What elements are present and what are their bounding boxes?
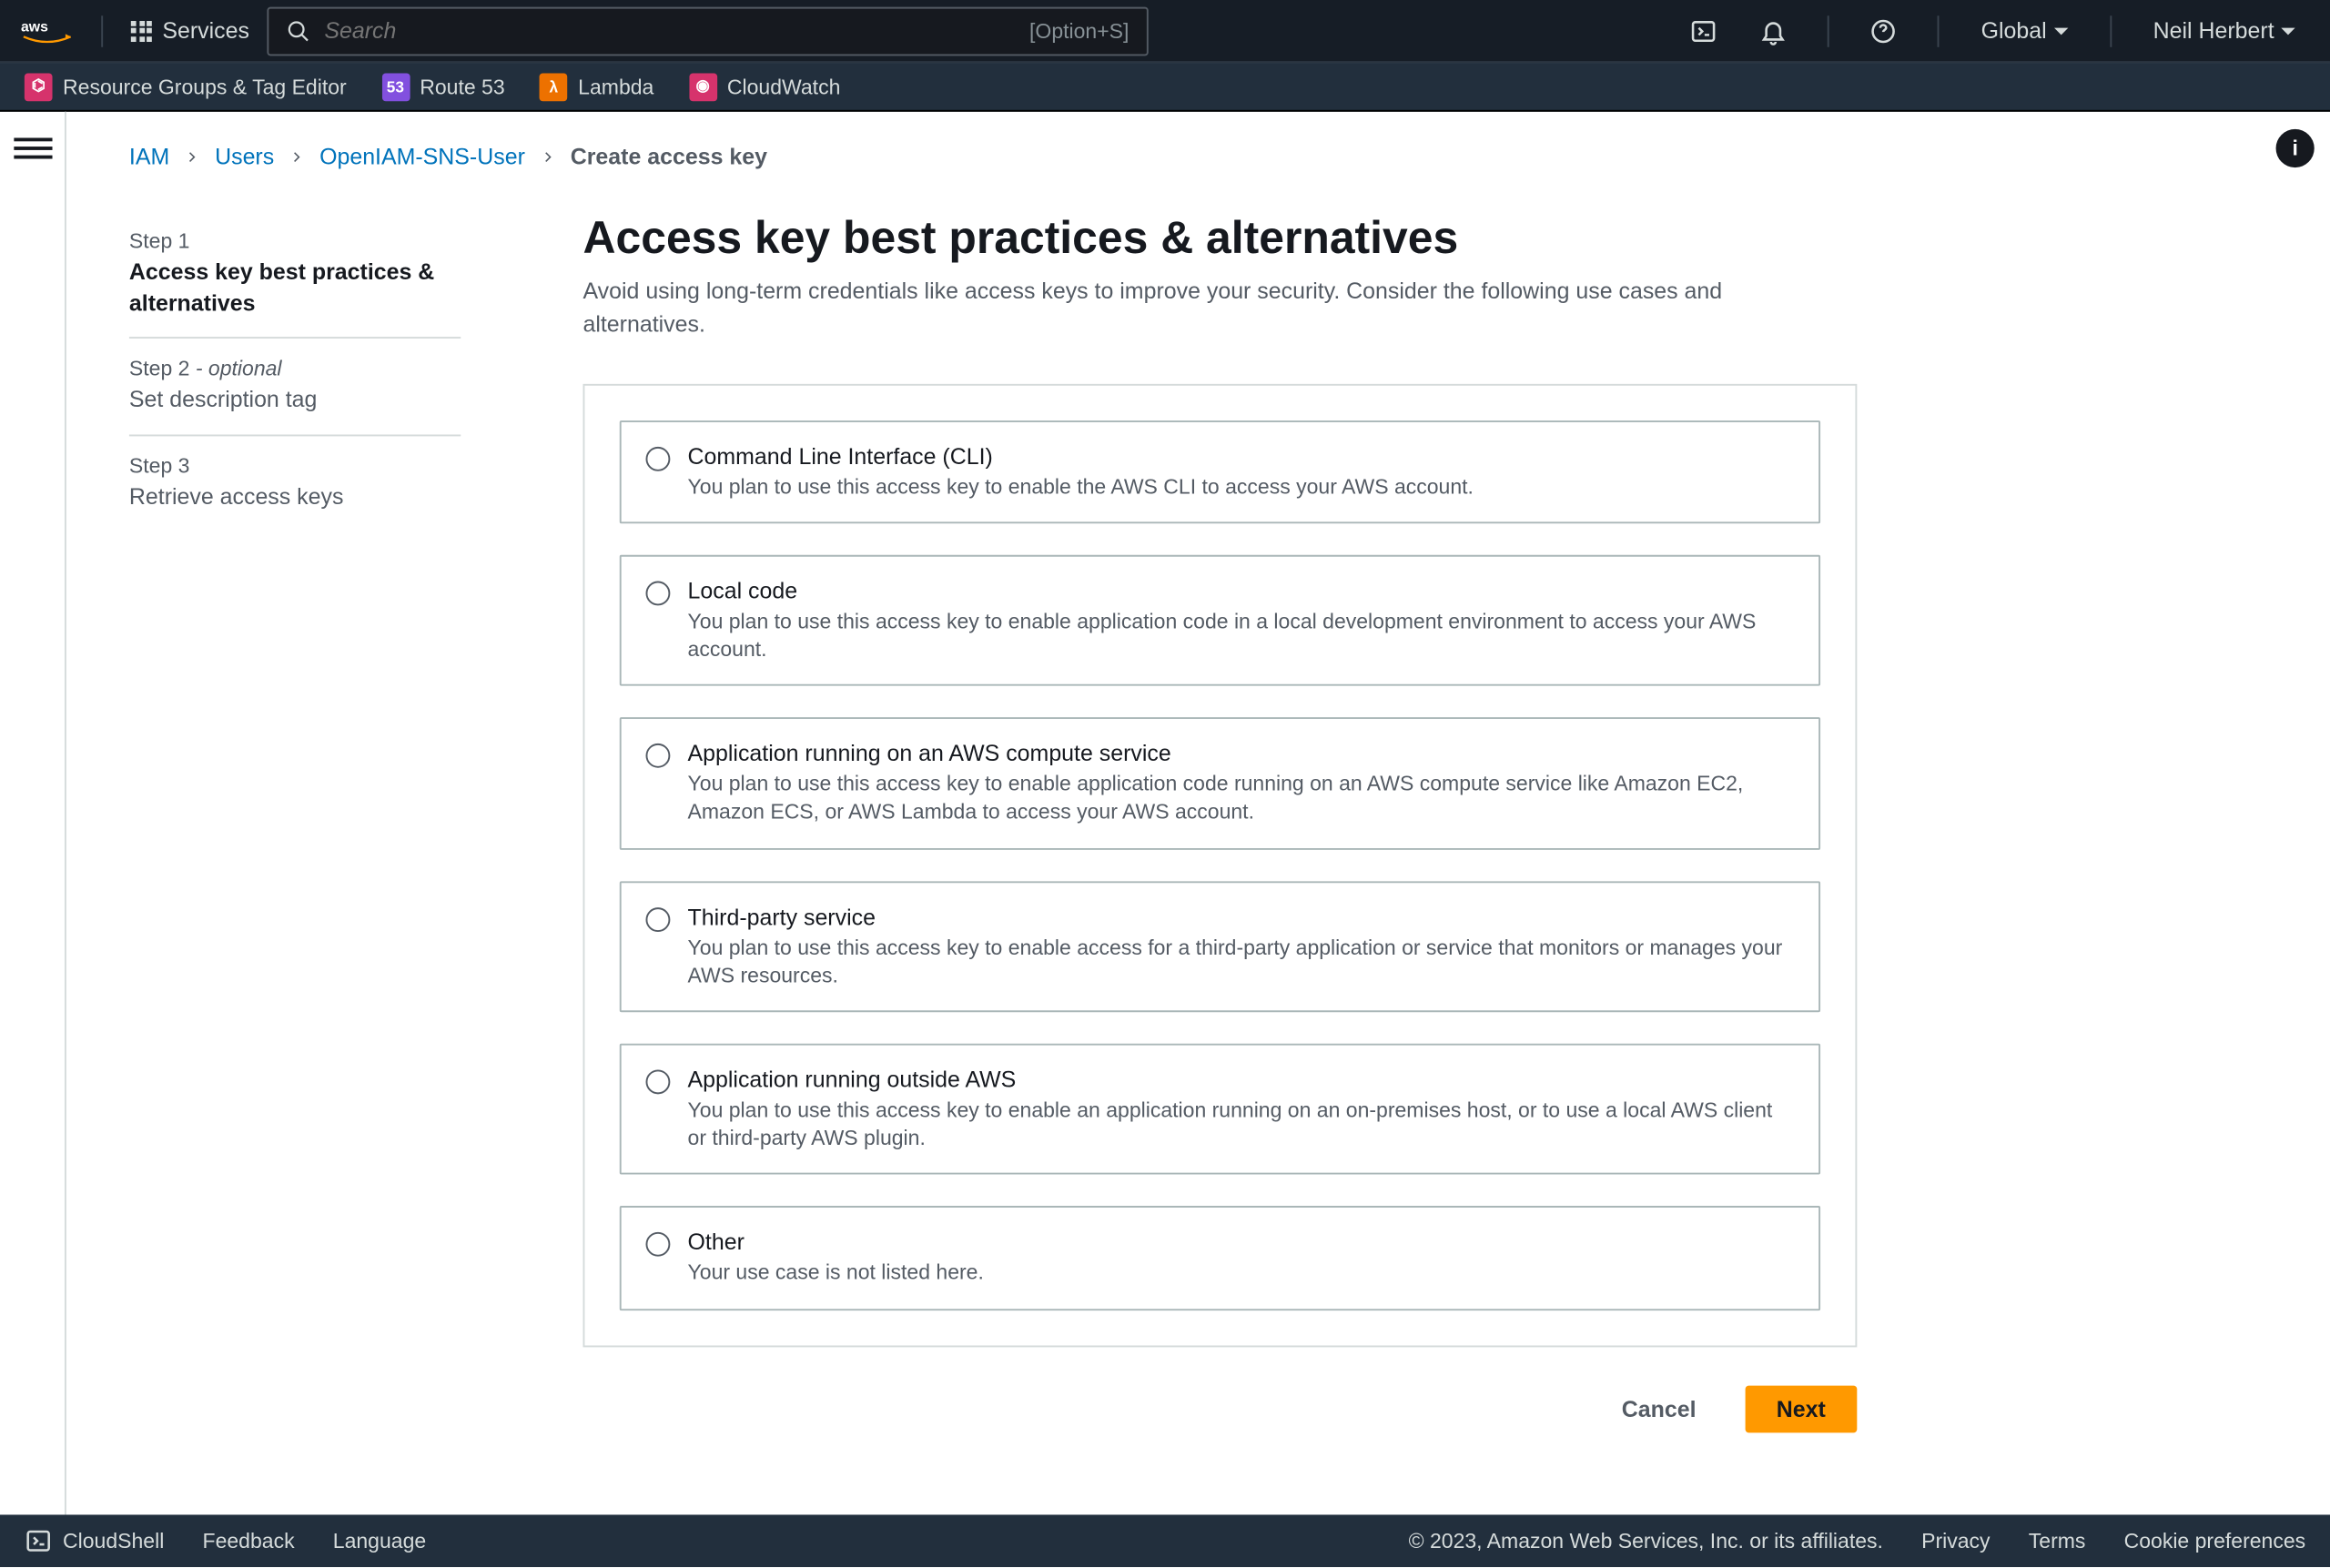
cancel-button[interactable]: Cancel: [1590, 1385, 1727, 1432]
option-description: You plan to use this access key to enabl…: [688, 933, 1795, 989]
option-title: Local code: [688, 577, 1795, 603]
radio-icon: [646, 446, 671, 470]
breadcrumb-link-user[interactable]: OpenIAM-SNS-User: [319, 143, 525, 169]
shortcut-cloudwatch[interactable]: ◉ CloudWatch: [689, 73, 841, 101]
service-icon: ◉: [689, 73, 717, 101]
radio-icon: [646, 906, 671, 931]
chevron-right-icon: [184, 147, 201, 165]
account-menu[interactable]: Neil Herbert: [2139, 17, 2309, 44]
aws-logo[interactable]: aws: [21, 15, 74, 46]
top-nav: aws Services [Option+S] Global N: [0, 0, 2330, 63]
footer: CloudShell Feedback Language © 2023, Ama…: [0, 1514, 2330, 1567]
feedback-link[interactable]: Feedback: [203, 1529, 295, 1553]
form-panel: Access key best practices & alternatives…: [582, 211, 1857, 1431]
wizard-step-1[interactable]: Step 1 Access key best practices & alter…: [129, 211, 461, 339]
breadcrumb: IAM Users OpenIAM-SNS-User Create access…: [129, 143, 2197, 169]
shortcut-resource-groups[interactable]: ⌬ Resource Groups & Tag Editor: [25, 73, 347, 101]
option-third-party[interactable]: Third-party service You plan to use this…: [620, 881, 1820, 1013]
cloudshell-label: CloudShell: [63, 1529, 164, 1553]
account-label: Neil Herbert: [2153, 17, 2274, 44]
cookie-preferences-link[interactable]: Cookie preferences: [2124, 1529, 2306, 1553]
option-cli[interactable]: Command Line Interface (CLI) You plan to…: [620, 420, 1820, 523]
option-description: You plan to use this access key to enabl…: [688, 1096, 1795, 1152]
step-title: Access key best practices & alternatives: [129, 257, 461, 320]
services-label: Services: [162, 17, 249, 44]
copyright-text: © 2023, Amazon Web Services, Inc. or its…: [1409, 1529, 1883, 1553]
notifications-icon[interactable]: [1748, 5, 1800, 57]
step-label: Step 2 - optional: [129, 357, 461, 381]
shortcut-label: CloudWatch: [727, 74, 840, 98]
help-panel-toggle[interactable]: i: [2276, 129, 2315, 167]
breadcrumb-link-users[interactable]: Users: [215, 143, 274, 169]
shortcut-label: Resource Groups & Tag Editor: [63, 74, 347, 98]
divider: [101, 15, 103, 46]
cloudshell-icon[interactable]: [1677, 5, 1730, 57]
grid-icon: [131, 20, 152, 41]
wizard-step-2[interactable]: Step 2 - optional Set description tag: [129, 339, 461, 436]
shortcuts-bar: ⌬ Resource Groups & Tag Editor 53 Route …: [0, 63, 2330, 112]
page-subtitle: Avoid using long-term credentials like a…: [582, 276, 1735, 341]
language-link[interactable]: Language: [333, 1529, 426, 1553]
option-outside-aws[interactable]: Application running outside AWS You plan…: [620, 1044, 1820, 1176]
expand-sidebar-button[interactable]: [13, 129, 51, 167]
option-title: Application running on an AWS compute se…: [688, 741, 1795, 767]
form-actions: Cancel Next: [582, 1385, 1857, 1432]
step-label: Step 3: [129, 453, 461, 478]
chevron-right-icon: [289, 147, 306, 165]
region-selector[interactable]: Global: [1967, 17, 2082, 44]
service-icon: ⌬: [25, 73, 53, 101]
search-shortcut-hint: [Option+S]: [1029, 18, 1129, 43]
cloudshell-button[interactable]: CloudShell: [25, 1527, 164, 1555]
privacy-link[interactable]: Privacy: [1921, 1529, 1990, 1553]
wizard-step-3[interactable]: Step 3 Retrieve access keys: [129, 436, 461, 531]
radio-icon: [646, 744, 671, 768]
terms-link[interactable]: Terms: [2029, 1529, 2086, 1553]
breadcrumb-link-iam[interactable]: IAM: [129, 143, 169, 169]
search-icon: [286, 18, 310, 43]
option-title: Other: [688, 1229, 984, 1256]
option-description: You plan to use this access key to enabl…: [688, 472, 1474, 501]
service-icon: λ: [540, 73, 568, 101]
option-description: You plan to use this access key to enabl…: [688, 770, 1795, 826]
region-label: Global: [1981, 17, 2047, 44]
wizard-steps: Step 1 Access key best practices & alter…: [129, 211, 461, 1431]
divider: [1938, 15, 1940, 46]
option-title: Command Line Interface (CLI): [688, 442, 1474, 469]
divider: [2110, 15, 2112, 46]
radio-icon: [646, 1069, 671, 1094]
search-input[interactable]: [324, 17, 1015, 44]
page-title: Access key best practices & alternatives: [582, 211, 1857, 265]
option-title: Application running outside AWS: [688, 1067, 1795, 1093]
step-label: Step 1: [129, 228, 461, 253]
option-description: Your use case is not listed here.: [688, 1259, 984, 1287]
shortcut-label: Lambda: [578, 74, 653, 98]
radio-icon: [646, 1233, 671, 1258]
radio-icon: [646, 581, 671, 605]
chevron-right-icon: [539, 147, 556, 165]
option-other[interactable]: Other Your use case is not listed here.: [620, 1207, 1820, 1310]
shortcut-lambda[interactable]: λ Lambda: [540, 73, 653, 101]
help-rail: i: [2260, 112, 2330, 1515]
option-aws-compute[interactable]: Application running on an AWS compute se…: [620, 718, 1820, 850]
step-title: Retrieve access keys: [129, 481, 461, 512]
option-description: You plan to use this access key to enabl…: [688, 607, 1795, 663]
shortcut-label: Route 53: [420, 74, 504, 98]
caret-down-icon: [2053, 27, 2067, 35]
main-content: IAM Users OpenIAM-SNS-User Create access…: [66, 112, 2260, 1515]
search-box[interactable]: [Option+S]: [267, 6, 1148, 56]
use-case-options: Command Line Interface (CLI) You plan to…: [582, 383, 1857, 1346]
step-title: Set description tag: [129, 385, 461, 417]
collapsed-sidebar: [0, 112, 66, 1515]
option-title: Third-party service: [688, 904, 1795, 930]
divider: [1828, 15, 1829, 46]
breadcrumb-current: Create access key: [571, 143, 767, 169]
services-menu-button[interactable]: Services: [131, 17, 249, 44]
shortcut-route53[interactable]: 53 Route 53: [381, 73, 505, 101]
help-icon[interactable]: [1857, 5, 1910, 57]
next-button[interactable]: Next: [1745, 1385, 1857, 1432]
option-local-code[interactable]: Local code You plan to use this access k…: [620, 555, 1820, 687]
service-icon: 53: [381, 73, 410, 101]
caret-down-icon: [2281, 27, 2295, 35]
svg-text:aws: aws: [21, 19, 48, 35]
